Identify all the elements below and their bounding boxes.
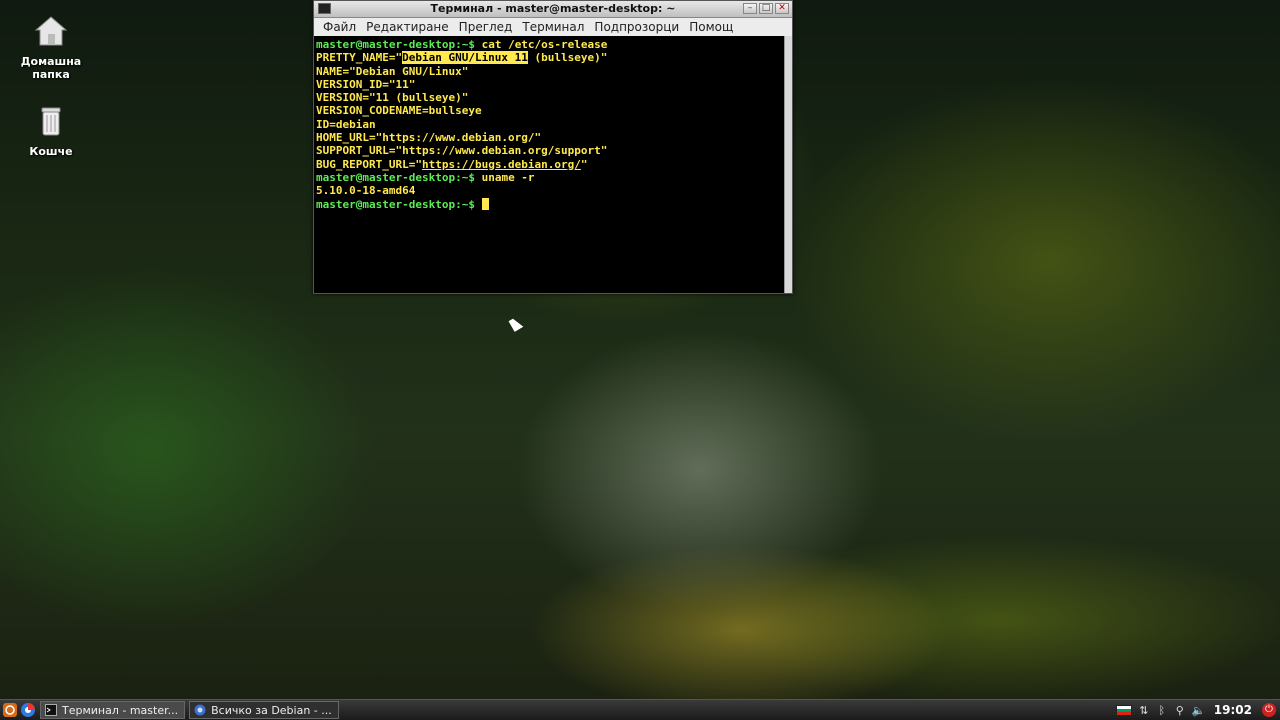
output-text: " xyxy=(580,157,588,171)
terminal-title: Терминал - master@master-desktop: ~ xyxy=(430,2,676,15)
terminal-line: VERSION="11 (bullseye)" xyxy=(316,91,469,105)
text-cursor xyxy=(481,197,489,210)
volume-icon[interactable]: 🔈 xyxy=(1192,704,1206,717)
usb-icon[interactable]: ⚲ xyxy=(1174,704,1186,717)
browser-launcher-icon[interactable] xyxy=(20,702,36,718)
menu-tabs[interactable]: Подпрозорци xyxy=(589,20,684,34)
terminal-line: 5.10.0-18-amd64 xyxy=(316,184,416,198)
task-browser[interactable]: Всичко за Debian - ... xyxy=(189,701,339,719)
menu-help[interactable]: Помощ xyxy=(684,20,738,34)
terminal-line: NAME="Debian GNU/Linux" xyxy=(316,64,469,78)
power-icon[interactable]: ⏻ xyxy=(1262,703,1276,717)
minimize-button[interactable]: – xyxy=(743,3,757,14)
terminal-icon xyxy=(45,704,57,716)
desktop-icon-trash-label: Кошче xyxy=(29,145,73,158)
command-text: uname -r xyxy=(474,170,535,184)
system-tray: ⇅ ᛒ ⚲ 🔈 19:02 ⏻ xyxy=(1115,703,1280,717)
close-button[interactable]: ✕ xyxy=(775,3,789,14)
home-folder-icon xyxy=(34,16,68,46)
terminal-line: HOME_URL="https://www.debian.org/" xyxy=(316,131,542,145)
desktop-icon-home-label-2: папка xyxy=(32,68,70,81)
bug-report-link[interactable]: https://bugs.debian.org/ xyxy=(422,158,581,171)
output-text: PRETTY_NAME=" xyxy=(316,51,403,65)
menu-file[interactable]: Файл xyxy=(318,20,361,34)
menu-view[interactable]: Преглед xyxy=(454,20,518,34)
terminal-titlebar[interactable]: Терминал - master@master-desktop: ~ – □ … xyxy=(314,1,792,18)
terminal-menubar: Файл Редактиране Преглед Терминал Подпро… xyxy=(314,18,792,37)
terminal-window[interactable]: Терминал - master@master-desktop: ~ – □ … xyxy=(313,0,793,294)
clock[interactable]: 19:02 xyxy=(1210,703,1256,717)
terminal-line: VERSION_CODENAME=bullseye xyxy=(316,104,482,118)
browser-icon xyxy=(194,704,206,716)
prompt: master@master-desktop:~$ xyxy=(316,197,475,211)
desktop-icon-home[interactable]: Домашна папка xyxy=(6,14,96,81)
terminal-line: VERSION_ID="11" xyxy=(316,77,416,91)
mouse-pointer-icon xyxy=(508,316,524,332)
menu-edit[interactable]: Редактиране xyxy=(361,20,454,34)
trash-icon xyxy=(41,107,61,136)
taskbar: Терминал - master... Всичко за Debian - … xyxy=(0,699,1280,720)
terminal-line: SUPPORT_URL="https://www.debian.org/supp… xyxy=(316,144,608,158)
terminal-line: master@master-desktop:~$ xyxy=(316,197,782,211)
network-icon[interactable]: ⇅ xyxy=(1138,704,1150,717)
desktop-icon-trash[interactable]: Кошче xyxy=(6,104,96,158)
selected-text: Debian GNU/Linux 11 xyxy=(402,51,528,65)
menu-terminal[interactable]: Терминал xyxy=(517,20,589,34)
prompt: master@master-desktop:~$ xyxy=(316,38,475,51)
command-text: cat /etc/os-release xyxy=(474,38,608,51)
terminal-line: BUG_REPORT_URL="https://bugs.debian.org/… xyxy=(316,158,782,171)
task-terminal-label: Терминал - master... xyxy=(62,703,179,717)
terminal-line: master@master-desktop:~$ cat /etc/os-rel… xyxy=(316,38,782,51)
task-terminal[interactable]: Терминал - master... xyxy=(40,701,186,719)
bluetooth-icon[interactable]: ᛒ xyxy=(1156,704,1168,717)
output-text: BUG_REPORT_URL=" xyxy=(316,157,422,171)
terminal-line: master@master-desktop:~$ uname -r xyxy=(316,171,782,184)
prompt: master@master-desktop:~$ xyxy=(316,170,475,184)
maximize-button[interactable]: □ xyxy=(759,3,773,14)
terminal-line: PRETTY_NAME="Debian GNU/Linux 11 (bullse… xyxy=(316,51,782,65)
output-text: (bullseye)" xyxy=(527,51,608,65)
app-menu-icon[interactable] xyxy=(2,702,18,718)
terminal-output[interactable]: master@master-desktop:~$ cat /etc/os-rel… xyxy=(314,36,784,293)
terminal-scrollbar[interactable] xyxy=(784,36,792,293)
desktop-icon-home-label-1: Домашна xyxy=(20,55,82,68)
keyboard-layout-flag-icon[interactable] xyxy=(1115,704,1132,716)
task-browser-label: Всичко за Debian - ... xyxy=(211,703,332,717)
terminal-line: ID=debian xyxy=(316,117,376,131)
